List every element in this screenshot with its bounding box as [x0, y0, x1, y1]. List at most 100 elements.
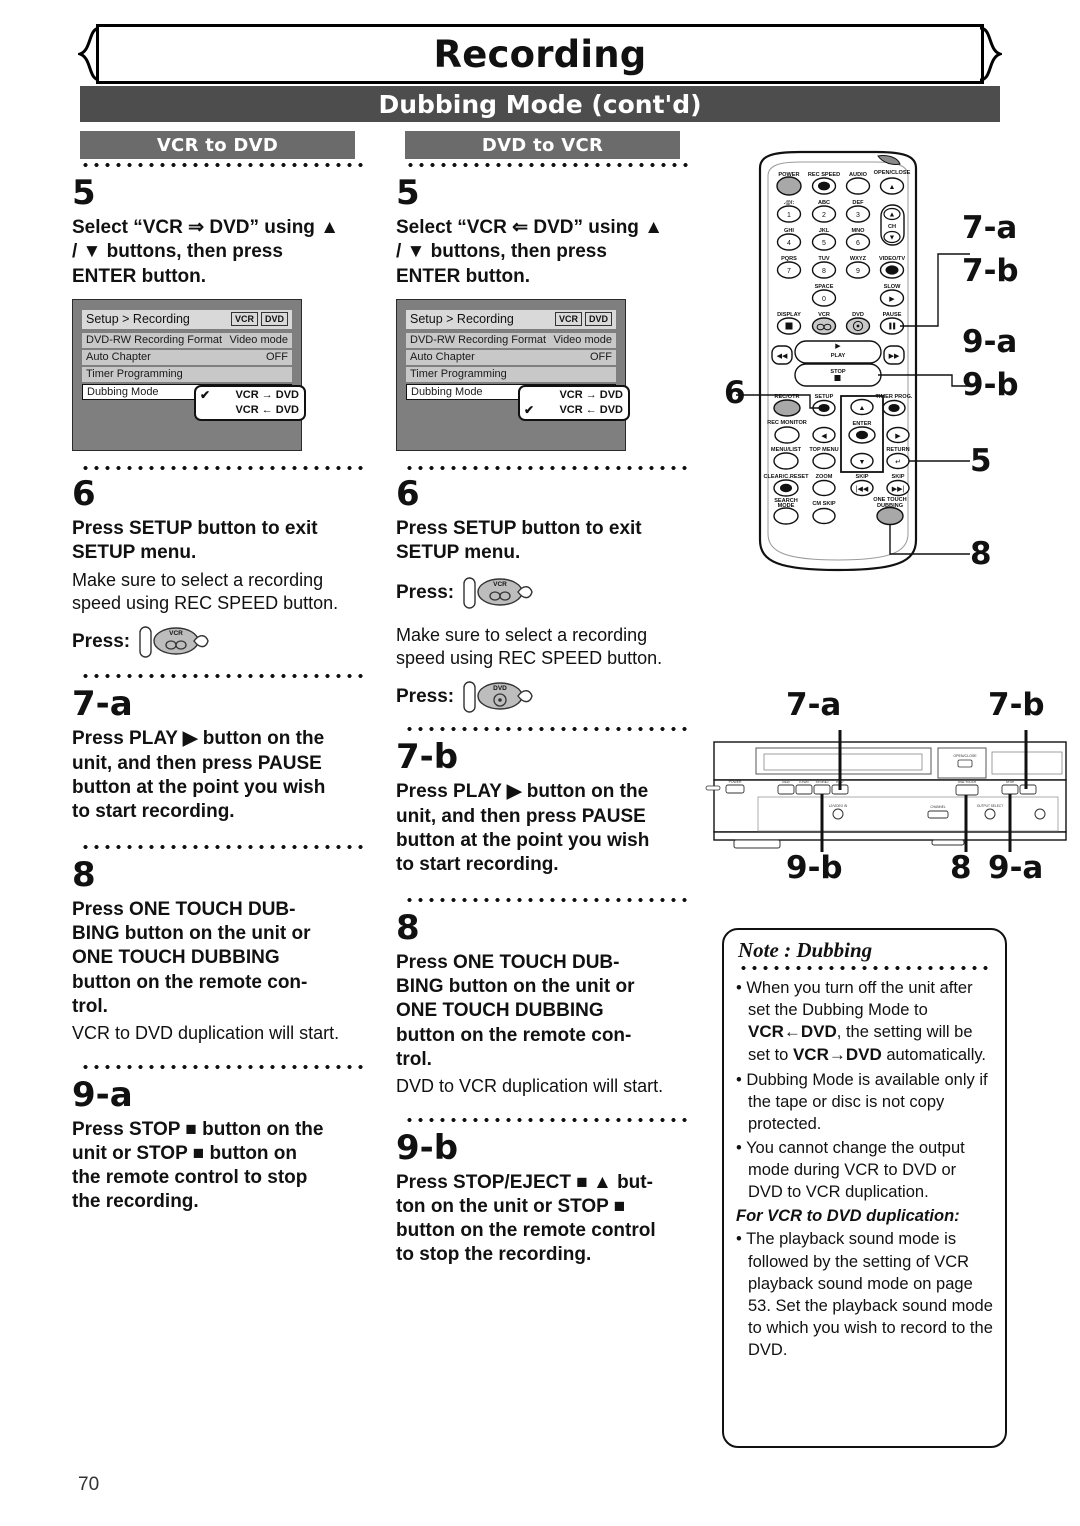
tag-dvd-to-vcr: DVD to VCR — [405, 131, 680, 159]
osd-row[interactable]: DVD-RW Recording Format Video mode — [406, 332, 616, 348]
svg-text:VCR: VCR — [818, 312, 830, 318]
page-title: Recording — [433, 32, 647, 76]
svg-text:GHI: GHI — [784, 228, 794, 234]
svg-text:▶: ▶ — [835, 343, 841, 350]
step8-title-line4: button on the remote con- — [72, 971, 308, 993]
step-number: 8 — [396, 907, 420, 948]
mid-step8-body: DVD to VCR duplication will start. — [396, 1076, 664, 1097]
step8-title-line1: Press ONE TOUCH DUB- — [72, 898, 296, 920]
osd-row[interactable]: Auto Chapter OFF — [406, 349, 616, 365]
mid-step8-title-line4: button on the remote con- — [396, 1024, 632, 1046]
osd-row[interactable]: Timer Programming — [82, 366, 292, 382]
dotted-rule — [404, 896, 690, 903]
svg-text:AUDIO: AUDIO — [849, 172, 868, 178]
mid-step8-title-line2: BING button on the unit or — [396, 975, 635, 997]
svg-text:L2/VIDEO IN: L2/VIDEO IN — [829, 804, 848, 808]
note-arrow-vcr-from-dvd: VCR←DVD — [748, 1022, 837, 1042]
step-number: 6 — [72, 473, 96, 514]
dotted-rule — [80, 464, 366, 471]
callout-6: 6 — [724, 375, 746, 411]
svg-text:▶: ▶ — [889, 296, 895, 303]
step9a-title-line4: the recording. — [72, 1191, 199, 1213]
step-number: 5 — [396, 173, 420, 213]
svg-text:ABC: ABC — [818, 200, 830, 206]
svg-text:REC SPEED: REC SPEED — [808, 172, 840, 178]
osd-popup-option[interactable]: ✔ VCR ← DVD — [522, 403, 626, 418]
press-label: Press: — [72, 631, 131, 653]
svg-text:OPEN/CLOSE: OPEN/CLOSE — [953, 754, 977, 758]
step-number: 6 — [396, 473, 420, 514]
step8-title-line5: trol. — [72, 995, 108, 1017]
svg-text:TOP MENU: TOP MENU — [809, 447, 838, 453]
column-dvd-to-vcr: 5 Select “VCR ⇐ DVD” using ▲ / ▼ buttons… — [396, 168, 696, 1271]
svg-text:PAUSE: PAUSE — [883, 312, 902, 318]
osd-dubbing-mode-popup[interactable]: VCR → DVD ✔ VCR ← DVD — [518, 384, 630, 421]
page-number: 70 — [78, 1474, 100, 1495]
osd-popup-option-label: VCR → DVD — [559, 388, 623, 401]
mid-step8-title-line1: Press ONE TOUCH DUB- — [396, 951, 620, 973]
osd-row-value: OFF — [266, 351, 288, 364]
osd-popup-option[interactable]: VCR → DVD — [522, 388, 626, 403]
step7a-title-line1: Press PLAY ▶ button on the — [72, 728, 325, 750]
svg-text:DVD: DVD — [493, 685, 507, 692]
step-number: 5 — [72, 173, 96, 213]
svg-text:ENTER: ENTER — [853, 421, 872, 427]
svg-text:◀: ◀ — [821, 433, 827, 440]
step6-body-line1: Make sure to select a recording — [72, 569, 324, 590]
mid-step5-title-line3: ENTER button. — [396, 265, 531, 287]
svg-text:RETURN: RETURN — [886, 447, 909, 453]
osd-row[interactable]: Auto Chapter OFF — [82, 349, 292, 365]
svg-text:STOP: STOP — [1006, 780, 1014, 784]
note-subheading: For VCR to DVD duplication: — [736, 1207, 960, 1226]
step6-body-line2: speed using REC SPEED button. — [72, 592, 339, 613]
tag-dvd-to-vcr-label: DVD to VCR — [481, 134, 604, 156]
osd-row-label: Dubbing Mode — [411, 385, 483, 398]
svg-text:VCR: VCR — [493, 581, 507, 588]
step9a-title-line2: unit or STOP ■ button on — [72, 1142, 298, 1164]
osd-screen-dvd-to-vcr: Setup > Recording VCR DVD DVD-RW Recordi… — [396, 298, 630, 451]
osd-title-text: Setup > Recording — [410, 312, 514, 327]
step-number: 8 — [72, 854, 96, 895]
step5-title-line1: Select “VCR ⇒ DVD” using ▲ — [72, 217, 339, 238]
press-row: Press: VCR — [396, 572, 696, 614]
callout-9a: 9-a — [962, 324, 1018, 360]
svg-text:OPEN/CLOSE: OPEN/CLOSE — [874, 170, 911, 176]
osd-badge-vcr: VCR — [554, 312, 582, 327]
osd-popup-option[interactable]: ✔ VCR → DVD — [198, 388, 302, 403]
svg-text:↵: ↵ — [895, 459, 901, 466]
tag-vcr-to-dvd-label: VCR to DVD — [156, 134, 279, 156]
svg-text:TIMER PROG.: TIMER PROG. — [876, 394, 913, 400]
mid-step8-title-line5: trol. — [396, 1048, 432, 1070]
press-label: Press: — [396, 686, 455, 708]
section-subtitle-bar: Dubbing Mode (cont'd) — [80, 86, 1000, 122]
svg-text:PQRS: PQRS — [781, 256, 797, 262]
tag-vcr-to-dvd: VCR to DVD — [80, 131, 355, 159]
svg-text:▶: ▶ — [895, 433, 901, 440]
dotted-rule — [80, 673, 366, 680]
vcr-button-icon: VCR — [463, 576, 533, 609]
press-row: Press: DVD — [396, 676, 696, 718]
osd-dubbing-mode-popup[interactable]: ✔ VCR → DVD VCR ← DVD — [194, 384, 306, 421]
osd-row[interactable]: DVD-RW Recording Format Video mode — [82, 332, 292, 348]
step6-title-line1: Press SETUP button to exit — [72, 517, 318, 539]
step7a-title-line3: button at the point you wish — [72, 776, 326, 798]
callout-8: 8 — [970, 536, 992, 572]
svg-text:6: 6 — [856, 240, 860, 247]
osd-row[interactable]: Timer Programming — [406, 366, 616, 382]
svg-text:POWER: POWER — [729, 780, 742, 784]
svg-text:SETUP: SETUP — [815, 394, 834, 400]
step5-title: Select “VCR ⇒ DVD” using ▲ / ▼ buttons, … — [72, 216, 372, 289]
check-icon: ✔ — [524, 402, 535, 417]
note-dotted-rule — [738, 965, 993, 971]
svg-text:SKIP: SKIP — [855, 474, 868, 480]
mid-step7b-title-line3: button at the point you wish — [396, 829, 650, 851]
note-heading: Note : Dubbing — [738, 938, 873, 962]
osd-badge-dvd: DVD — [584, 312, 612, 327]
svg-text:|◀◀: |◀◀ — [856, 486, 869, 493]
step9a-title: Press STOP ■ button on the unit or STOP … — [72, 1118, 372, 1215]
osd-popup-option[interactable]: VCR ← DVD — [198, 403, 302, 418]
dotted-rule — [80, 843, 366, 850]
step6-title-line2: SETUP menu. — [72, 542, 197, 564]
osd-popup-option-label: VCR ← DVD — [559, 403, 623, 416]
mid-step5-title: Select “VCR ⇐ DVD” using ▲ / ▼ buttons, … — [396, 216, 696, 289]
